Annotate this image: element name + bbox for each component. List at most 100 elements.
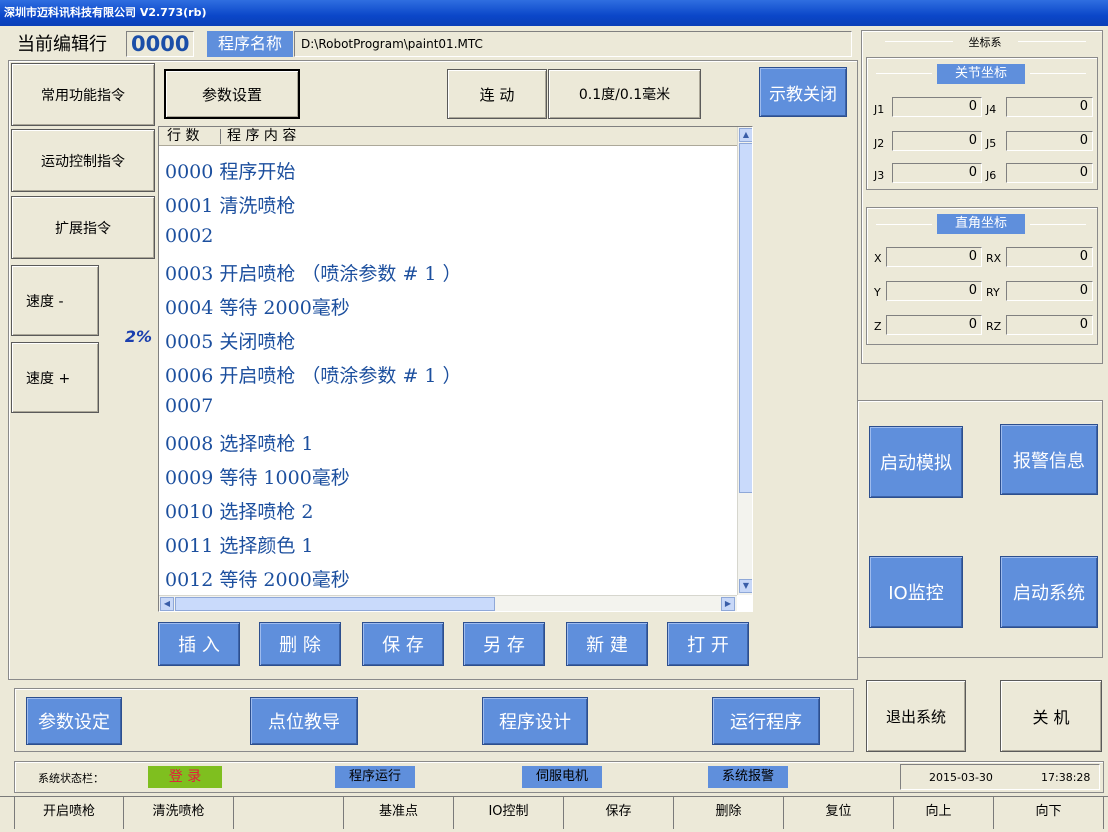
run-program-mode-button[interactable]: 运行程序 (712, 697, 820, 745)
speed-down-button[interactable]: 速度 - (11, 265, 99, 336)
fkey-clean-gun[interactable]: 清洗喷枪 (124, 797, 234, 829)
column-content-header: 程 序 内 容 (227, 128, 297, 144)
param-set-mode-button[interactable]: 参数设定 (26, 697, 122, 745)
program-run-indicator: 程序运行 (335, 766, 415, 788)
step-unit-button[interactable]: 0.1度/0.1毫米 (548, 69, 701, 119)
program-line[interactable]: 0011 选择颜色 1 (165, 531, 314, 558)
divider (885, 41, 953, 42)
coord-label: Z (874, 320, 882, 333)
delete-button[interactable]: 删 除 (259, 622, 341, 666)
coord-value: 0 (886, 315, 982, 335)
program-line[interactable]: 0004 等待 2000毫秒 (165, 293, 350, 320)
coordinate-title: 坐标系 (968, 36, 1002, 49)
fkey-reference-point[interactable]: 基准点 (344, 797, 454, 829)
coord-label: J5 (986, 137, 997, 150)
program-list-header: 行 数 程 序 内 容 (159, 127, 737, 146)
point-teach-mode-button[interactable]: 点位教导 (250, 697, 358, 745)
save-as-button[interactable]: 另 存 (463, 622, 545, 666)
link-mode-button[interactable]: 连 动 (447, 69, 547, 119)
status-time: 17:38:28 (1041, 771, 1091, 784)
coord-label: J2 (874, 137, 885, 150)
speed-up-button[interactable]: 速度 + (11, 342, 99, 413)
vertical-scrollbar[interactable]: ▲ ▼ (737, 127, 752, 595)
fkey-down[interactable]: 向下 (994, 797, 1104, 829)
divider (1030, 224, 1086, 225)
coord-label: X (874, 252, 882, 265)
main-window: 深圳市迈科讯科技有限公司 V2.773(rb) 当前编辑行 0000 程序名称 … (0, 0, 1108, 832)
joint-coord-title: 关节坐标 (937, 64, 1025, 84)
datetime-display: 2015-03-30 17:38:28 (900, 764, 1100, 790)
coord-label: J1 (874, 103, 885, 116)
scroll-thumb[interactable] (739, 143, 752, 493)
exit-system-button[interactable]: 退出系统 (866, 680, 966, 752)
fkey-save[interactable]: 保存 (564, 797, 674, 829)
horizontal-scrollbar[interactable]: ◀ ▶ (159, 595, 737, 611)
coord-label: RZ (986, 320, 1002, 333)
scroll-up-icon[interactable]: ▲ (739, 128, 752, 142)
program-line[interactable]: 0005 关闭喷枪 (165, 327, 295, 354)
program-line[interactable]: 0002 (165, 225, 213, 247)
scroll-down-icon[interactable]: ▼ (739, 579, 752, 593)
program-line[interactable]: 0010 选择喷枪 2 (165, 497, 314, 524)
fkey-delete[interactable]: 删除 (674, 797, 784, 829)
shutdown-button[interactable]: 关 机 (1000, 680, 1102, 752)
new-button[interactable]: 新 建 (566, 622, 648, 666)
edit-line-value: 0000 (126, 31, 194, 57)
program-name-label: 程序名称 (207, 31, 293, 57)
header-divider (220, 129, 221, 144)
teach-close-button[interactable]: 示教关闭 (759, 67, 847, 117)
scroll-left-icon[interactable]: ◀ (160, 597, 174, 611)
edit-line-label: 当前编辑行 (17, 34, 107, 55)
start-sim-button[interactable]: 启动模拟 (869, 426, 963, 498)
io-monitor-button[interactable]: IO监控 (869, 556, 963, 628)
alarm-info-button[interactable]: 报警信息 (1000, 424, 1098, 495)
column-line-header: 行 数 (167, 128, 200, 144)
fkey-reset[interactable]: 复位 (784, 797, 894, 829)
program-list[interactable]: 行 数 程 序 内 容 0000 程序开始 0001 清洗喷枪 0002 000… (158, 126, 753, 612)
program-line[interactable]: 0006 开启喷枪 （喷涂参数 # 1 ） (165, 361, 462, 388)
speed-value: 2% (124, 327, 152, 346)
fkey-up[interactable]: 向上 (884, 797, 994, 829)
coord-value: 0 (1006, 163, 1093, 183)
divider (1030, 73, 1086, 74)
coord-label: J3 (874, 169, 885, 182)
scroll-right-icon[interactable]: ▶ (721, 597, 735, 611)
status-date: 2015-03-30 (929, 771, 993, 784)
coord-label: J6 (986, 169, 997, 182)
program-line[interactable]: 0009 等待 1000毫秒 (165, 463, 350, 490)
fkey-io-control[interactable]: IO控制 (454, 797, 564, 829)
ext-cmds-button[interactable]: 扩展指令 (11, 196, 155, 259)
coord-label: Y (874, 286, 881, 299)
start-system-button[interactable]: 启动系统 (1000, 556, 1098, 628)
program-line[interactable]: 0003 开启喷枪 （喷涂参数 # 1 ） (165, 259, 462, 286)
divider (876, 224, 932, 225)
program-design-mode-button[interactable]: 程序设计 (482, 697, 588, 745)
program-line[interactable]: 0007 (165, 395, 213, 417)
coord-value: 0 (1006, 315, 1093, 335)
program-line[interactable]: 0001 清洗喷枪 (165, 191, 295, 218)
coord-label: RX (986, 252, 1002, 265)
motion-cmds-button[interactable]: 运动控制指令 (11, 129, 155, 192)
fkey-open-gun[interactable]: 开启喷枪 (14, 797, 124, 829)
coord-value: 0 (1006, 97, 1093, 117)
system-alarm-indicator: 系统报警 (708, 766, 788, 788)
save-button[interactable]: 保 存 (362, 622, 444, 666)
divider (876, 73, 932, 74)
coord-value: 0 (1006, 247, 1093, 267)
divider (1018, 41, 1086, 42)
coord-value: 0 (1006, 281, 1093, 301)
program-line[interactable]: 0008 选择喷枪 1 (165, 429, 314, 456)
param-settings-button[interactable]: 参数设置 (164, 69, 300, 119)
open-button[interactable]: 打 开 (667, 622, 749, 666)
coord-label: RY (986, 286, 1000, 299)
fkey-empty[interactable] (234, 797, 344, 829)
program-line[interactable]: 0000 程序开始 (165, 157, 295, 184)
scroll-h-thumb[interactable] (175, 597, 495, 611)
insert-button[interactable]: 插 入 (158, 622, 240, 666)
login-indicator[interactable]: 登 录 (148, 766, 222, 788)
common-cmds-button[interactable]: 常用功能指令 (11, 63, 155, 126)
coord-value: 0 (886, 281, 982, 301)
program-path: D:\RobotProgram\paint01.MTC (294, 31, 852, 57)
program-line[interactable]: 0012 等待 2000毫秒 (165, 565, 350, 592)
coord-value: 0 (1006, 131, 1093, 151)
